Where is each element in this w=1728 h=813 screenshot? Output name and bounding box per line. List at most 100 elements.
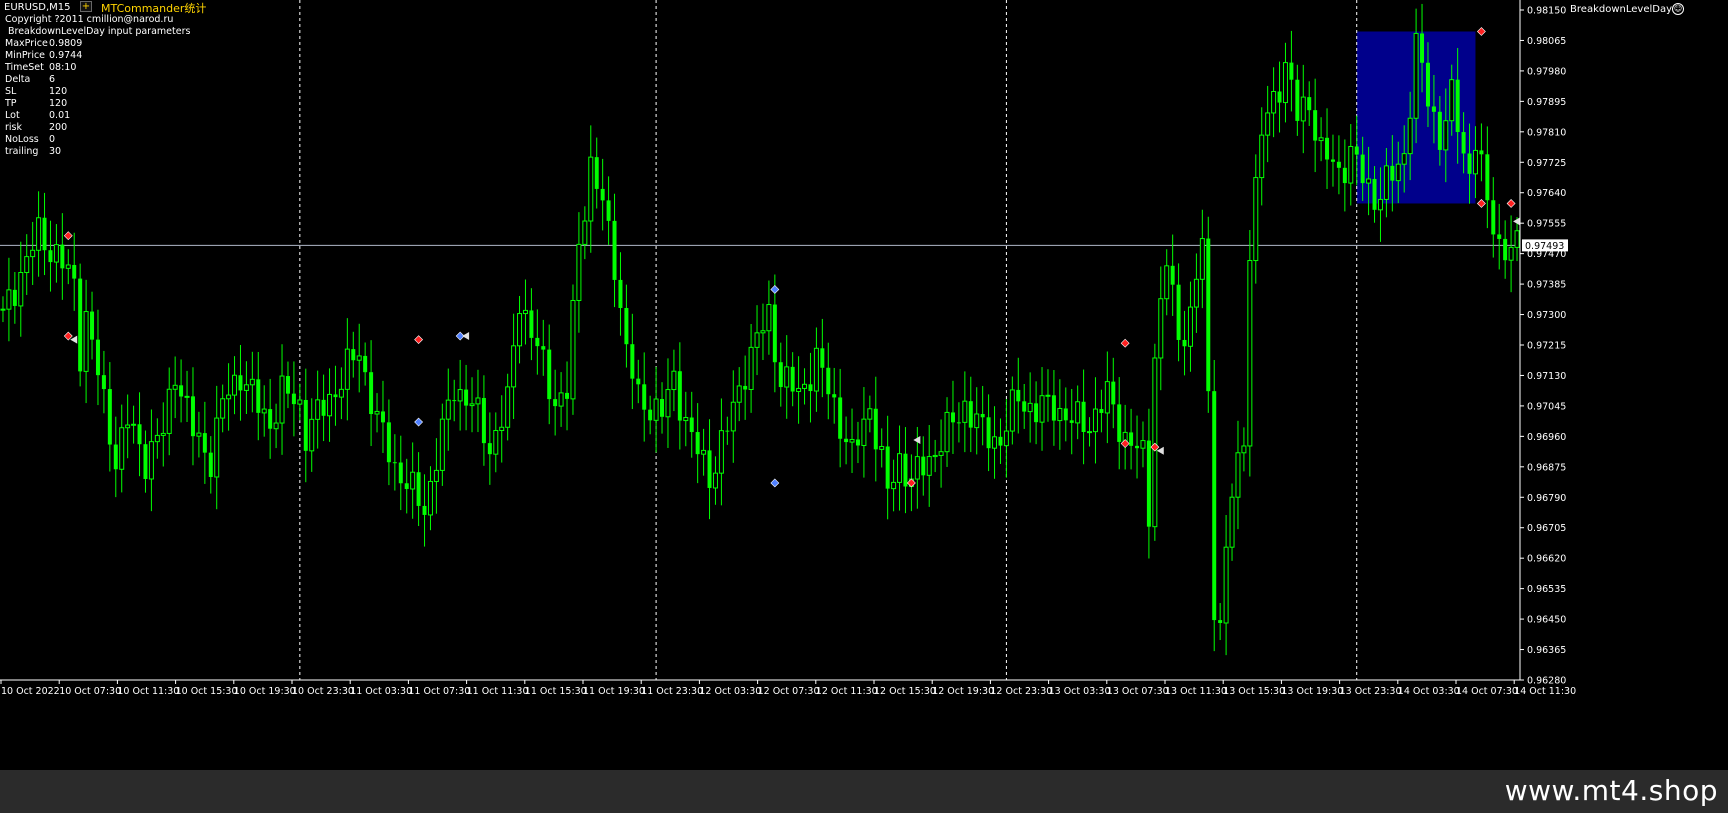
candle-body — [90, 311, 95, 340]
y-tick-label: 0.97980 — [1527, 66, 1566, 77]
candle-body — [921, 456, 926, 476]
candle-body — [1395, 163, 1401, 182]
candle-body — [1193, 278, 1199, 308]
param-row: NoLoss 0 — [5, 134, 190, 146]
candle-body — [612, 220, 617, 280]
watermark-text: www.mt4.shop — [1504, 774, 1718, 807]
candle-body — [154, 434, 160, 443]
trade-marker — [770, 285, 780, 294]
candle-body — [184, 395, 190, 398]
candle-body — [65, 264, 71, 269]
trade-marker — [63, 331, 73, 341]
candle-body — [1187, 306, 1193, 347]
candle-body — [653, 398, 659, 421]
trade-marker — [1476, 27, 1486, 36]
candle-body — [1401, 153, 1407, 165]
candle-body — [565, 392, 570, 399]
candle-body — [553, 399, 558, 407]
candle-body — [1092, 408, 1098, 433]
candle-body — [238, 375, 243, 391]
candle-body — [410, 471, 416, 490]
candle-body — [338, 388, 344, 398]
candle-body — [517, 313, 523, 347]
param-name: MinPrice — [5, 50, 46, 61]
x-tick-label: 11 Oct 03:30 — [350, 686, 412, 697]
candle-body — [944, 411, 950, 453]
price-chart[interactable]: 0.98150 0.98065 0.97980 0.97895 0.97810 0.977… — [0, 0, 1728, 770]
candle-body — [885, 446, 890, 489]
y-tick-label: 0.97725 — [1527, 158, 1566, 169]
candle-body — [1057, 407, 1063, 422]
param-name: risk — [5, 122, 22, 133]
candle-body — [1348, 145, 1354, 184]
candle-body — [861, 418, 867, 446]
candle-body — [1081, 401, 1086, 433]
candle-body — [42, 217, 47, 251]
candle-body — [36, 217, 42, 251]
candle-body — [196, 432, 202, 437]
candle-body — [445, 399, 451, 420]
candle-body — [18, 272, 24, 307]
param-value: 08:10 — [49, 62, 77, 73]
candle-body — [956, 422, 961, 424]
plus-icon[interactable]: + — [80, 1, 92, 12]
candle-body — [748, 346, 754, 391]
chart-window[interactable]: 0.98150 0.98065 0.97980 0.97895 0.97810 0.977… — [0, 0, 1728, 770]
param-name: SL — [5, 86, 17, 97]
y-tick-label: 0.98150 — [1527, 6, 1566, 17]
candle-body — [78, 278, 83, 372]
candle-body — [1455, 79, 1460, 133]
candle-body — [820, 348, 825, 368]
trade-marker — [1120, 338, 1130, 348]
candle-body — [1241, 445, 1247, 454]
candle-body — [1235, 452, 1241, 498]
current-price-label: 0.97493 — [1525, 241, 1564, 252]
param-row: MinPrice 0.9744 — [5, 50, 190, 62]
candle-body — [107, 389, 112, 445]
candle-body — [826, 367, 831, 395]
x-tick-label: 10 Oct 19:30 — [234, 686, 296, 697]
candle-body — [433, 469, 439, 482]
candle-body — [992, 436, 998, 449]
candle-body — [588, 156, 594, 222]
candle-body — [1271, 90, 1277, 114]
chart-symbol-label: EURUSD,M15 — [4, 2, 71, 13]
candle-body — [1282, 62, 1288, 104]
param-name: trailing — [5, 146, 39, 157]
candle-body — [1372, 178, 1377, 210]
x-tick-label: 13 Oct 19:30 — [1281, 686, 1343, 697]
candle-body — [1182, 339, 1187, 347]
candle-body — [594, 157, 599, 189]
trade-marker — [63, 231, 73, 241]
candle-body — [725, 430, 730, 432]
x-tick-label: 14 Oct 11:30 — [1514, 686, 1576, 697]
candle-body — [760, 330, 766, 334]
candle-body — [1229, 496, 1235, 548]
y-tick-label: 0.97385 — [1527, 280, 1566, 291]
candle-body — [1318, 137, 1324, 142]
candle-body — [505, 386, 511, 428]
candle-body — [291, 393, 296, 405]
x-tick-label: 10 Oct 15:30 — [176, 686, 238, 697]
candle-body — [1307, 97, 1312, 111]
candle-body — [190, 396, 195, 437]
candle-body — [974, 413, 980, 429]
candle-body — [1170, 265, 1175, 285]
candle-body — [53, 244, 59, 263]
x-tick-label: 11 Oct 15:30 — [525, 686, 587, 697]
candle-body — [0, 308, 6, 311]
candle-body — [1325, 137, 1330, 160]
candle-body — [701, 449, 707, 455]
candle-body — [1016, 389, 1021, 402]
candle-body — [796, 387, 802, 393]
candle-body — [439, 418, 445, 471]
candle-body — [1003, 430, 1009, 447]
candle-body — [1342, 167, 1347, 184]
candle-body — [1259, 134, 1265, 179]
candle-body — [452, 400, 457, 402]
y-tick-label: 0.96960 — [1527, 432, 1566, 443]
smiley-icon[interactable]: ☺ — [1672, 3, 1684, 15]
candle-body — [131, 423, 137, 426]
candle-body — [813, 347, 819, 392]
candle-body — [600, 188, 605, 201]
